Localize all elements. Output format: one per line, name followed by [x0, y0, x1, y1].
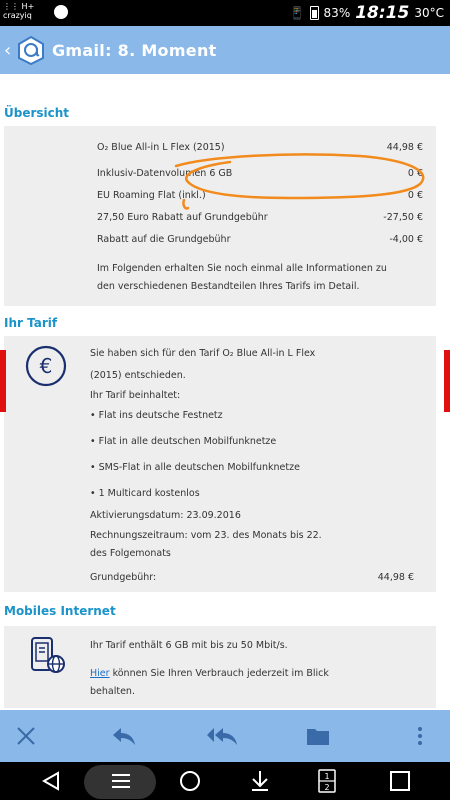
overview-value: -27,50 €	[383, 212, 423, 223]
app-logo-icon[interactable]	[16, 35, 46, 65]
carrier-name: crazyiq	[3, 11, 32, 20]
dual-window-icon: 1 2	[318, 769, 336, 793]
nav-back-button[interactable]	[38, 768, 64, 794]
folder-icon	[307, 729, 329, 745]
close-button[interactable]	[12, 722, 40, 750]
usage-link[interactable]: Hier	[90, 668, 110, 679]
tarif-billing: Rechnungszeitraum: vom 23. des Monats bi…	[90, 530, 322, 541]
mobile-line: Hier können Sie Ihren Verbrauch jederzei…	[90, 668, 329, 679]
page-indicator-bottom: 2	[324, 783, 329, 792]
svg-text:€: €	[40, 354, 53, 378]
right-marker	[444, 350, 450, 412]
nav-recents-button[interactable]	[388, 768, 412, 794]
clock: 18:15	[355, 3, 410, 23]
overview-label: 27,50 Euro Rabatt auf Grundgebühr	[97, 212, 268, 223]
tarif-fee-value: 44,98 €	[377, 572, 414, 583]
section-title-tarif: Ihr Tarif	[4, 316, 58, 330]
section-title-mobile: Mobiles Internet	[4, 604, 116, 618]
rotate-phone-icon: 📱	[289, 6, 305, 20]
network-info: ⋮⋮ H+ crazyiq	[3, 2, 34, 20]
email-content[interactable]: Übersicht O₂ Blue All-in L Flex (2015) 4…	[0, 74, 450, 720]
tarif-intro: Sie haben sich für den Tarif O₂ Blue All…	[90, 348, 316, 359]
overview-note: Im Folgenden erhalten Sie noch einmal al…	[97, 260, 427, 296]
overview-note-line: den verschiedenen Bestandteilen Ihres Ta…	[97, 281, 360, 292]
reply-all-button[interactable]	[206, 722, 240, 750]
tarif-feature: • 1 Multicard kostenlos	[90, 488, 200, 499]
more-vert-icon	[418, 727, 422, 745]
action-bar	[0, 710, 450, 762]
status-right: 📱 83% 18:15 30°C	[290, 3, 444, 23]
tarif-activation: Aktivierungsdatum: 23.09.2016	[90, 510, 241, 521]
network-type: H+	[21, 2, 35, 11]
mobile-line: Ihr Tarif enthält 6 GB mit bis zu 50 Mbi…	[90, 640, 288, 651]
nav-home-button[interactable]	[177, 768, 203, 794]
tarif-feature: • Flat in alle deutschen Mobilfunknetze	[90, 436, 277, 447]
overview-label: Rabatt auf die Grundgebühr	[97, 234, 231, 245]
tarif-feature: • SMS-Flat in alle deutschen Mobilfunkne…	[90, 462, 300, 473]
menu-icon	[112, 774, 130, 788]
tarif-intro: (2015) entschieden.	[90, 370, 186, 381]
back-chevron-icon[interactable]: ‹	[4, 40, 14, 61]
page-title: Gmail: 8. Moment	[52, 40, 217, 60]
signal-icon: ⋮⋮ H+	[3, 2, 35, 11]
more-options-button[interactable]	[406, 722, 434, 750]
nav-menu-button[interactable]	[108, 768, 134, 794]
system-nav-bar: 1 2	[0, 762, 450, 800]
section-title-overview: Übersicht	[4, 106, 70, 120]
nav-notifications-button[interactable]	[247, 768, 273, 794]
notification-dot-icon	[54, 5, 68, 19]
back-triangle-icon	[41, 771, 59, 791]
recents-square-icon	[390, 771, 410, 791]
reply-all-icon	[207, 728, 237, 745]
tarif-includes: Ihr Tarif beinhaltet:	[90, 390, 181, 401]
mobile-data-icon	[31, 637, 65, 673]
mobile-line-rest: können Sie Ihren Verbrauch jederzeit im …	[109, 668, 329, 679]
tarif-fee-label: Grundgebühr:	[90, 572, 157, 583]
nav-dual-window-button[interactable]: 1 2	[316, 768, 338, 794]
app-bar: ‹ Gmail: 8. Moment	[0, 26, 450, 74]
battery-level: 83%	[323, 6, 351, 20]
close-icon	[17, 727, 35, 745]
home-circle-icon	[180, 771, 200, 791]
move-to-folder-button[interactable]	[304, 722, 332, 750]
euro-icon: €	[25, 345, 67, 387]
left-marker	[0, 350, 6, 412]
download-arrow-icon	[252, 771, 268, 791]
battery-icon	[309, 6, 319, 20]
mobile-line: behalten.	[90, 686, 135, 697]
temperature: 30°C	[414, 6, 444, 20]
reply-icon	[113, 728, 135, 745]
status-bar: ⋮⋮ H+ crazyiq 📱 83% 18:15 30°C	[0, 0, 450, 26]
tarif-feature: • Flat ins deutsche Festnetz	[90, 410, 223, 421]
hand-drawn-annotation	[174, 153, 425, 210]
page-indicator-top: 1	[324, 772, 329, 781]
overview-note-line: Im Folgenden erhalten Sie noch einmal al…	[97, 263, 387, 274]
overview-value: -4,00 €	[389, 234, 423, 245]
reply-button[interactable]	[110, 722, 138, 750]
tarif-billing: des Folgemonats	[90, 548, 171, 559]
